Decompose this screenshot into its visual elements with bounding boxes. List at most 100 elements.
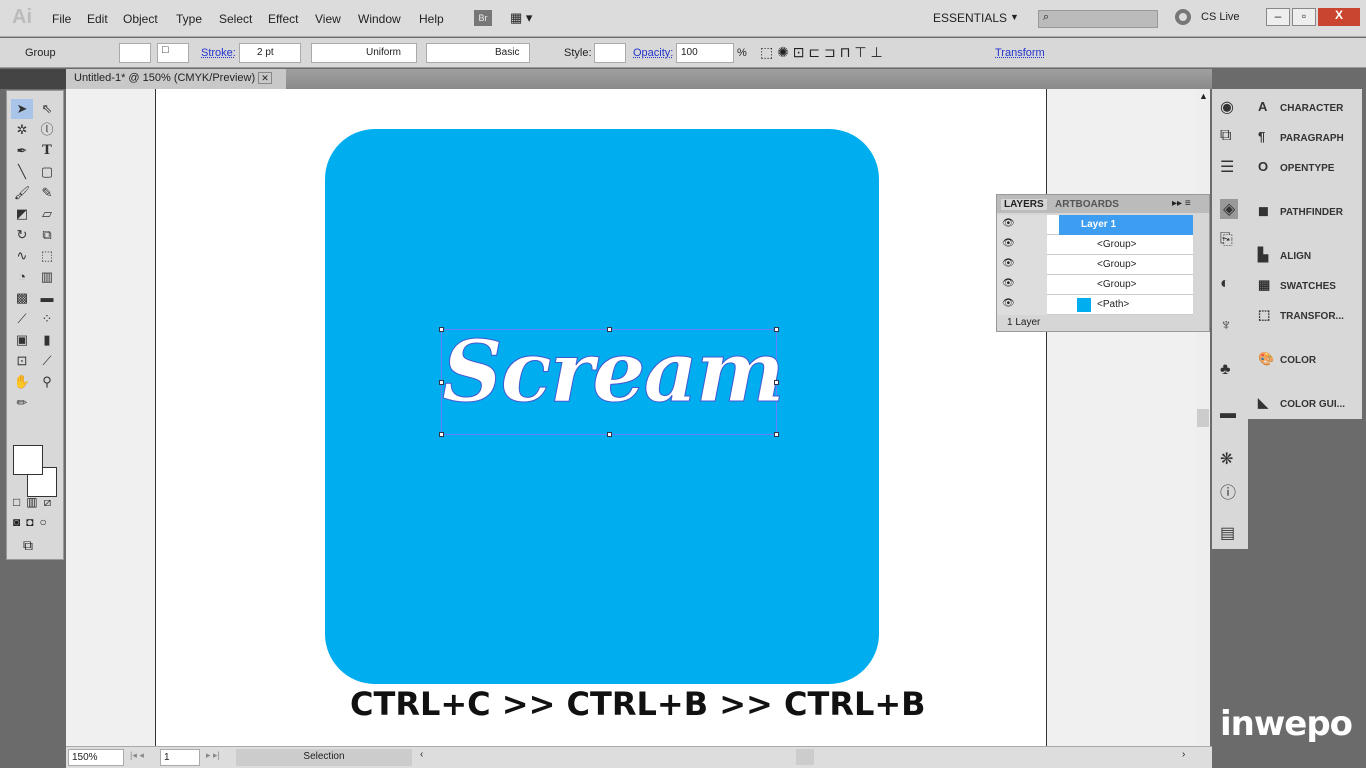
panel-character[interactable]: A CHARACTER [1258,99,1343,114]
scream-text-selection[interactable]: Scream [439,322,785,437]
gradient-icon[interactable]: ▬ [36,288,58,308]
horizontal-scrollbar-thumb[interactable] [796,749,814,765]
menu-edit[interactable]: Edit [87,12,108,26]
selection-handle[interactable] [439,327,444,332]
layer-row[interactable]: 👁 <Group> [997,255,1193,275]
shape-builder-icon[interactable]: ◔ [11,267,33,287]
selection-handle[interactable] [774,432,779,437]
minimize-button[interactable]: – [1266,8,1290,26]
gradient-panel-icon[interactable]: ▬ [1220,405,1236,423]
column-graph-icon[interactable]: ▮ [36,330,58,350]
menu-object[interactable]: Object [123,12,158,26]
fill-swatch[interactable] [13,445,43,475]
type-tool-icon[interactable]: T [36,141,58,161]
appearance-icon[interactable]: ◉ [1220,97,1234,117]
eyedropper-extra-icon[interactable]: ✏ [11,393,33,413]
artboards-icon[interactable]: ⎘ [1220,231,1233,249]
blend-icon[interactable]: ⁘ [36,309,58,329]
menu-select[interactable]: Select [219,12,252,26]
bridge-button[interactable]: Br [474,10,492,26]
color-mode-icons[interactable]: □▥⧄ [13,495,57,510]
menu-effect[interactable]: Effect [268,12,298,26]
transparency-icon[interactable]: ⧉ [1220,127,1231,145]
eyedropper-icon[interactable]: ⟋ [11,309,33,329]
brushes-icon[interactable]: ♆ [1220,317,1232,335]
layer-row[interactable]: 👁 Layer 1 [997,215,1193,235]
panel-paragraph[interactable]: ¶ PARAGRAPH [1258,129,1344,144]
eye-icon[interactable]: 👁 [997,255,1047,275]
selection-handle[interactable] [774,327,779,332]
panel-swatches[interactable]: ▦ SWATCHES [1258,277,1336,293]
cs-live-menu[interactable]: CS Live [1201,11,1240,23]
tab-layers[interactable]: LAYERS [1001,199,1047,210]
magic-wand-icon[interactable]: ✲ [11,120,33,140]
eye-icon[interactable]: 👁 [997,215,1047,235]
first-prev-artboard-buttons[interactable]: |◂ ◂ [130,750,144,761]
slice-icon[interactable]: ⟋ [36,351,58,371]
panel-transform[interactable]: ⬚ TRANSFOR... [1258,307,1344,323]
menu-window[interactable]: Window [358,12,401,26]
mesh-icon[interactable]: ▩ [11,288,33,308]
direct-selection-tool-icon[interactable]: ⇖ [36,99,58,119]
brush-definition[interactable]: Basic [426,43,530,63]
maximize-button[interactable]: ▫ [1292,8,1316,26]
zoom-tool-icon[interactable]: ⚲ [36,372,58,392]
stroke-swatch-dropdown[interactable]: □ [157,43,189,63]
search-input[interactable]: ⌕ [1038,10,1158,28]
status-tool-display[interactable]: Selection [236,749,412,766]
lasso-icon[interactable]: ⓛ [36,120,58,140]
screen-mode-icon[interactable]: ⧉ [23,537,33,554]
opacity-link[interactable]: Opacity: [633,47,673,59]
blob-brush-icon[interactable]: ◩ [11,204,33,224]
panel-opentype[interactable]: O OPENTYPE [1258,159,1334,174]
rectangle-tool-icon[interactable]: ▢ [36,162,58,182]
panel-color-guide[interactable]: ◣ COLOR GUI... [1258,395,1345,411]
fill-swatch-dropdown[interactable] [119,43,151,63]
eye-icon[interactable]: 👁 [997,295,1047,315]
align-icons[interactable]: ⬚ ✺ ⊡ ⊏ ⊐ ⊓ ⊤ ⊥ [760,44,883,61]
chevron-down-icon[interactable]: ▼ [1010,12,1019,22]
layer-row[interactable]: 👁 <Path> [997,295,1193,315]
canvas-workspace[interactable]: Scream CTRL+C >> CTRL+B >> CTRL+B [66,89,1196,746]
transform-link[interactable]: Transform [995,47,1045,59]
stroke-link[interactable]: Stroke: [201,47,236,59]
symbols-icon[interactable]: ♣ [1220,361,1231,379]
artboard-number-dropdown[interactable]: 1 [160,749,200,766]
panel-menu-icon[interactable]: ▸▸ ≡ [1172,198,1191,209]
graphic-style-dropdown[interactable] [594,43,626,63]
hand-tool-icon[interactable]: ✋ [11,372,33,392]
selection-handle[interactable] [774,380,779,385]
line-tool-icon[interactable]: ╲ [11,162,33,182]
links-icon[interactable]: ▤ [1220,523,1235,543]
eye-icon[interactable]: 👁 [997,275,1047,295]
layers-icon[interactable]: ◈ [1220,199,1239,219]
panel-pathfinder[interactable]: ◼ PATHFINDER [1258,203,1343,219]
paintbrush-icon[interactable]: 🖌 [11,183,33,203]
scale-icon[interactable]: ⧉ [36,225,58,245]
layer-row[interactable]: 👁 <Group> [997,235,1193,255]
panel-color[interactable]: 🎨 COLOR [1258,351,1316,367]
arrange-documents-icon[interactable]: ▦ ▾ [510,10,532,26]
next-last-artboard-buttons[interactable]: ▸ ▸| [206,750,220,761]
menu-view[interactable]: View [315,12,341,26]
artboard-tool-icon[interactable]: ⊡ [11,351,33,371]
stroke-icon[interactable]: ☰ [1220,157,1234,177]
menu-type[interactable]: Type [176,12,202,26]
selection-tool-icon[interactable]: ➤ [11,99,33,119]
selection-handle[interactable] [439,432,444,437]
panel-align[interactable]: ▙ ALIGN [1258,247,1311,263]
menu-help[interactable]: Help [419,12,444,26]
zoom-dropdown[interactable]: 150% [68,749,124,766]
rotate-icon[interactable]: ↻ [11,225,33,245]
symbol-sprayer-icon[interactable]: ▣ [11,330,33,350]
warp-icon[interactable]: ∿ [11,246,33,266]
close-button[interactable]: X [1318,8,1360,26]
eye-icon[interactable]: 👁 [997,235,1047,255]
workspace-switcher[interactable]: ESSENTIALS [933,11,1007,25]
menu-file[interactable]: File [52,12,71,26]
eraser-icon[interactable]: ▱ [36,204,58,224]
document-tab[interactable]: Untitled-1* @ 150% (CMYK/Preview) ✕ [66,69,286,89]
selection-handle[interactable] [607,327,612,332]
layer-row[interactable]: 👁 <Group> [997,275,1193,295]
vertical-scrollbar[interactable]: ▲ [1196,89,1210,746]
